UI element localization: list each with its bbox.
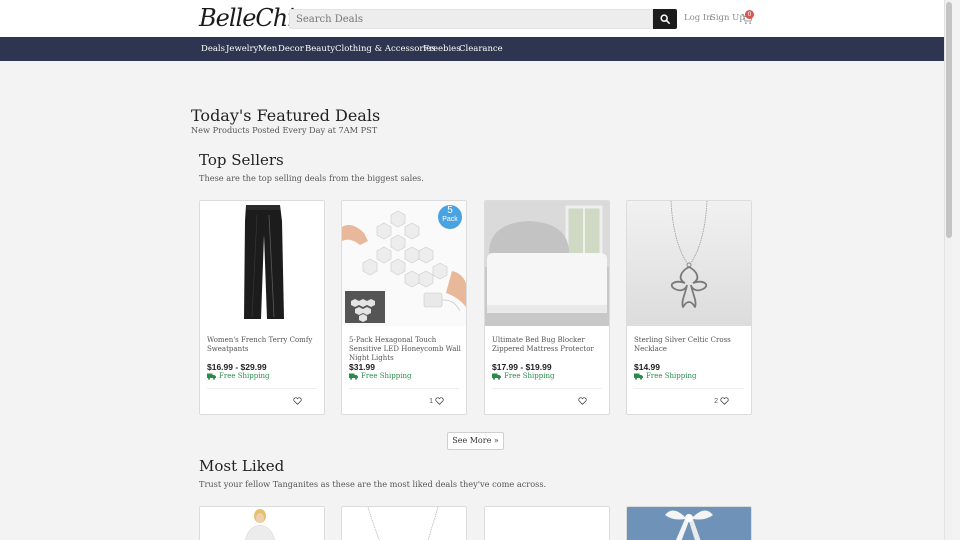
truck-icon: [207, 373, 216, 380]
login-link[interactable]: Log In: [684, 13, 712, 23]
like-button[interactable]: [576, 397, 587, 405]
card-divider: [349, 388, 459, 389]
free-shipping-label: Free Shipping: [207, 372, 269, 380]
page-subtitle: New Products Posted Every Day at 7AM PST: [191, 125, 378, 135]
product-name[interactable]: Sterling Silver Celtic Cross Necklace: [634, 336, 746, 354]
signup-link[interactable]: Sign Up: [710, 13, 745, 23]
card-divider: [634, 388, 744, 389]
free-shipping-text: Free Shipping: [504, 372, 555, 380]
like-count: 1: [429, 397, 433, 405]
free-shipping-text: Free Shipping: [219, 372, 270, 380]
nav-item-decor[interactable]: Decor: [278, 44, 304, 54]
card-divider: [492, 388, 602, 389]
top-sellers-subtitle: These are the top selling deals from the…: [199, 173, 424, 183]
like-button[interactable]: [291, 397, 302, 405]
scrollbar-thumb[interactable]: [946, 2, 952, 238]
product-name[interactable]: 5-Pack Hexagonal Touch Sensitive LED Hon…: [349, 336, 461, 363]
product-price: $31.99: [349, 362, 375, 372]
heart-icon: [578, 397, 587, 405]
page: BelleChic Log In Sign Up 0 Deals Jewelry…: [0, 0, 952, 540]
like-button[interactable]: 2: [714, 397, 729, 405]
page-title: Today's Featured Deals: [191, 106, 381, 125]
product-image-mattress-protector[interactable]: [485, 201, 609, 326]
search-icon: [660, 14, 670, 24]
most-liked-title: Most Liked: [199, 457, 285, 475]
truck-icon: [349, 373, 358, 380]
nav-item-jewelry[interactable]: Jewelry: [226, 44, 258, 54]
nav-item-deals[interactable]: Deals: [201, 44, 225, 54]
free-shipping-label: Free Shipping: [349, 372, 411, 380]
heart-icon: [435, 397, 444, 405]
cart-count-badge: 0: [745, 10, 754, 19]
top-sellers-title: Top Sellers: [199, 151, 284, 169]
header: BelleChic Log In Sign Up 0: [0, 0, 952, 37]
product-card[interactable]: [484, 506, 610, 540]
heart-icon: [720, 397, 729, 405]
product-image[interactable]: [627, 507, 751, 540]
product-image-sweatpants[interactable]: [200, 201, 324, 326]
product-card[interactable]: Ultimate Bed Bug Blocker Zippered Mattre…: [484, 200, 610, 415]
search-button[interactable]: [653, 9, 677, 29]
product-card[interactable]: [199, 506, 325, 540]
product-price: $17.99 - $19.99: [492, 362, 552, 372]
search-input[interactable]: [289, 9, 653, 29]
nav-item-clothing-accessories[interactable]: Clothing & Accessories: [335, 44, 436, 54]
product-price: $16.99 - $29.99: [207, 362, 267, 372]
product-card[interactable]: [341, 506, 467, 540]
nav-item-beauty[interactable]: Beauty: [305, 44, 335, 54]
scrollbar[interactable]: [944, 0, 952, 540]
nav-item-freebies[interactable]: Freebies: [423, 44, 461, 54]
product-image-hexagon-lights[interactable]: 5 Pack: [342, 201, 466, 326]
pack-badge-number: 5: [447, 205, 453, 216]
nav-item-clearance[interactable]: Clearance: [459, 44, 503, 54]
product-price: $14.99: [634, 362, 660, 372]
product-card[interactable]: 5 Pack 5-Pack Hexagonal Touch Sensitive …: [341, 200, 467, 415]
free-shipping-text: Free Shipping: [361, 372, 412, 380]
truck-icon: [492, 373, 501, 380]
free-shipping-text: Free Shipping: [646, 372, 697, 380]
category-nav: Deals Jewelry Men Decor Beauty Clothing …: [0, 37, 952, 61]
like-count: 2: [714, 397, 718, 405]
heart-icon: [293, 397, 302, 405]
like-button[interactable]: 1: [429, 397, 444, 405]
truck-icon: [634, 373, 643, 380]
product-name[interactable]: Women's French Terry Comfy Sweatpants: [207, 336, 319, 354]
product-card[interactable]: Women's French Terry Comfy Sweatpants $1…: [199, 200, 325, 415]
see-more-button[interactable]: See More »: [447, 432, 504, 450]
product-card[interactable]: [626, 506, 752, 540]
product-image-cross-necklace[interactable]: [627, 201, 751, 326]
pack-badge: 5 Pack: [438, 206, 462, 224]
free-shipping-label: Free Shipping: [492, 372, 554, 380]
most-liked-subtitle: Trust your fellow Tanganites as these ar…: [199, 479, 547, 489]
pack-badge-text: Pack: [442, 216, 458, 223]
product-name[interactable]: Ultimate Bed Bug Blocker Zippered Mattre…: [492, 336, 604, 354]
product-image[interactable]: [485, 507, 609, 540]
nav-item-men[interactable]: Men: [258, 44, 277, 54]
product-image[interactable]: [200, 507, 324, 540]
product-image[interactable]: [342, 507, 466, 540]
product-card[interactable]: Sterling Silver Celtic Cross Necklace $1…: [626, 200, 752, 415]
free-shipping-label: Free Shipping: [634, 372, 696, 380]
card-divider: [207, 388, 317, 389]
